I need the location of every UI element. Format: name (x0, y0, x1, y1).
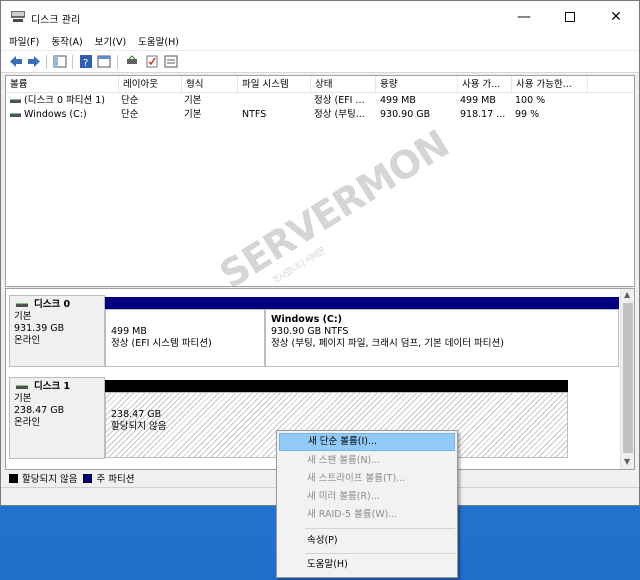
disk-size: 931.39 GB (14, 323, 65, 334)
column-header-status[interactable]: 상태 (311, 76, 376, 93)
menu-help[interactable]: 도움말(H) (279, 556, 455, 574)
primary-partition-swatch (83, 473, 93, 483)
partition-size: 930.90 GB NTFS (271, 326, 349, 337)
cell-volume: Windows (C:) (24, 109, 87, 120)
partition-title: Windows (C:) (271, 314, 343, 325)
scroll-down-icon[interactable]: ▼ (624, 457, 630, 466)
back-arrow-icon[interactable] (9, 55, 23, 68)
cell-type: 기본 (184, 95, 202, 106)
partition-status: 정상 (부팅, 페이지 파일, 크래시 덤프, 기본 데이터 파티션) (271, 338, 504, 349)
efi-partition[interactable]: 499 MB 정상 (EFI 시스템 파티션) (105, 297, 265, 367)
column-header-volume[interactable]: 볼륨 (6, 76, 119, 93)
volume-list[interactable]: 볼륨 레이아웃 형식 파일 시스템 상태 용량 사용 가... 사용 가능한..… (5, 75, 635, 287)
cell-capacity: 930.90 GB (380, 109, 431, 120)
partition-bar (265, 297, 619, 309)
menu-file[interactable]: 파일(F) (9, 34, 39, 48)
volume-row[interactable]: (디스크 0 파티션 1) 단순 기본 정상 (EFI ... 499 MB 4… (6, 94, 634, 108)
cell-status: 정상 (EFI ... (314, 95, 365, 106)
toolbar: ? (1, 50, 639, 73)
column-header-capacity[interactable]: 용량 (376, 76, 458, 93)
maximize-icon (565, 11, 575, 22)
scroll-up-icon[interactable]: ▲ (624, 290, 630, 299)
disk-size: 238.47 GB (14, 405, 65, 416)
title-bar[interactable]: 디스크 관리 — ✕ (1, 1, 639, 32)
column-header-percent-free[interactable]: 사용 가능한... (512, 76, 588, 93)
menu-new-spanned-volume[interactable]: 새 스팬 볼륨(N)... (279, 452, 455, 470)
volume-list-header: 볼륨 레이아웃 형식 파일 시스템 상태 용량 사용 가... 사용 가능한..… (6, 76, 634, 93)
close-button[interactable]: ✕ (593, 1, 639, 32)
window-title: 디스크 관리 (31, 15, 81, 26)
minimize-icon: — (517, 8, 531, 25)
volume-icon (10, 113, 21, 117)
windows-c-partition[interactable]: Windows (C:) 930.90 GB NTFS 정상 (부팅, 페이지 … (265, 297, 619, 367)
cell-layout: 단순 (121, 109, 139, 120)
disk-management-app-icon (11, 11, 25, 22)
column-header-filesystem[interactable]: 파일 시스템 (238, 76, 311, 93)
menu-help[interactable]: 도움말(H) (138, 34, 179, 48)
vertical-scrollbar[interactable]: ▲ ▼ (620, 289, 634, 469)
legend-primary-partition: 주 파티션 (96, 474, 135, 485)
cell-free-space: 499 MB (460, 95, 496, 106)
close-icon: ✕ (610, 8, 622, 25)
volume-row[interactable]: Windows (C:) 단순 기본 NTFS 정상 (부팅... 930.90… (6, 108, 634, 122)
column-header-layout[interactable]: 레이아웃 (119, 76, 182, 93)
menu-new-raid5-volume[interactable]: 새 RAID-5 볼륨(W)... (279, 506, 455, 524)
forward-arrow-icon[interactable] (27, 55, 41, 68)
cell-capacity: 499 MB (380, 95, 416, 106)
cell-volume: (디스크 0 파티션 1) (24, 95, 106, 106)
disk-icon (16, 385, 28, 389)
menu-action[interactable]: 동작(A) (51, 34, 82, 48)
minimize-button[interactable]: — (501, 1, 547, 32)
maximize-button[interactable] (547, 1, 593, 32)
disk-name: 디스크 1 (14, 381, 100, 393)
disk-icon (16, 303, 28, 307)
checklist-icon[interactable] (145, 55, 159, 68)
disk-1-label[interactable]: 디스크 1 기본 238.47 GB 온라인 (9, 377, 105, 459)
disk-type: 기본 (14, 311, 32, 322)
toolbar-separator (117, 55, 118, 69)
menu-new-mirrored-volume[interactable]: 새 미러 볼륨(R)... (279, 488, 455, 506)
disk-type: 기본 (14, 393, 32, 404)
toolbar-separator (46, 55, 47, 69)
svg-text:?: ? (83, 58, 88, 68)
cell-percent-free: 100 % (515, 95, 546, 106)
partition-status: 정상 (EFI 시스템 파티션) (111, 338, 212, 349)
disk-status: 온라인 (14, 335, 41, 346)
legend-unallocated: 할당되지 않음 (22, 474, 78, 485)
unallocated-bar (105, 380, 568, 392)
console-tree-icon[interactable] (53, 55, 67, 68)
disk-0-label[interactable]: 디스크 0 기본 931.39 GB 온라인 (9, 295, 105, 367)
unallocated-swatch (9, 473, 18, 483)
column-header-type[interactable]: 형식 (182, 76, 238, 93)
cell-filesystem: NTFS (242, 109, 267, 120)
cell-layout: 단순 (121, 95, 139, 106)
menu-view[interactable]: 보기(V) (95, 34, 126, 48)
cell-type: 기본 (184, 109, 202, 120)
help-icon[interactable]: ? (79, 55, 93, 68)
scroll-thumb[interactable] (623, 303, 633, 453)
partition-size: 238.47 GB (111, 409, 162, 420)
menu-bar: 파일(F) 동작(A) 보기(V) 도움말(H) (1, 32, 639, 50)
menu-new-simple-volume[interactable]: 새 단순 볼륨(I)... (279, 433, 455, 451)
disk-status: 온라인 (14, 417, 41, 428)
cell-percent-free: 99 % (515, 109, 540, 120)
partition-size: 499 MB (111, 326, 147, 337)
menu-new-striped-volume[interactable]: 새 스트라이프 볼륨(T)... (279, 470, 455, 488)
cell-free-space: 918.17 ... (460, 109, 506, 120)
context-menu: 새 단순 볼륨(I)... 새 스팬 볼륨(N)... 새 스트라이프 볼륨(T… (276, 430, 458, 578)
properties-sheet-icon[interactable] (164, 55, 178, 68)
toolbar-separator (72, 55, 73, 69)
partition-bar (105, 297, 265, 309)
volume-icon (10, 99, 21, 103)
properties-window-icon[interactable] (97, 55, 111, 68)
disk-name: 디스크 0 (14, 299, 100, 311)
partition-title (111, 314, 260, 326)
menu-separator (305, 528, 455, 529)
column-header-free-space[interactable]: 사용 가... (458, 76, 512, 93)
menu-separator (305, 553, 455, 554)
connect-drive-icon[interactable] (125, 55, 139, 68)
cell-status: 정상 (부팅... (314, 109, 365, 120)
menu-properties[interactable]: 속성(P) (279, 532, 455, 550)
